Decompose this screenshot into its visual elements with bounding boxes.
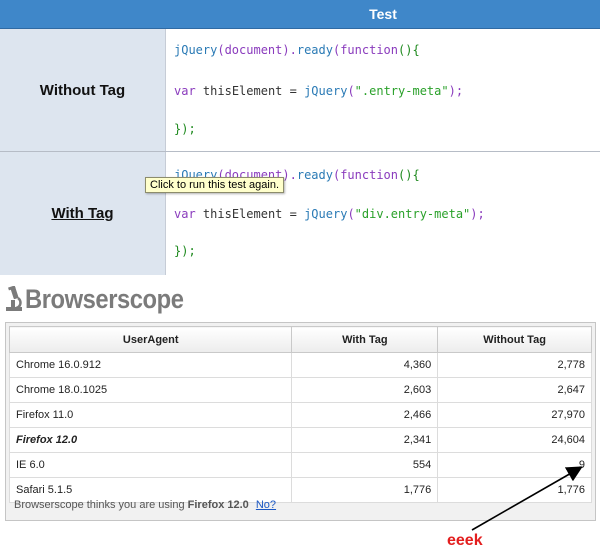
code-cell-without-tag: jQuery(document).ready(function(){ var t…: [166, 29, 600, 151]
useragent-cell: IE 6.0: [8, 452, 293, 478]
useragent-cell: Chrome 16.0.912: [8, 352, 293, 378]
code-close: });: [174, 122, 196, 136]
annotation-text: eeek: [447, 532, 483, 549]
table-row: Firefox 11.0 2,466 27,970: [8, 402, 592, 428]
without-tag-cell: 9: [437, 452, 592, 478]
test-row-with-tag: With Tag jQuery(document).ready(function…: [0, 152, 600, 275]
with-tag-cell: 1,776: [291, 477, 439, 503]
without-tag-cell: 2,647: [437, 377, 592, 403]
without-tag-cell: 24,604: [437, 427, 592, 453]
not-my-browser-link[interactable]: No?: [256, 499, 276, 511]
table-row: Chrome 16.0.912 4,360 2,778: [8, 352, 592, 378]
code-line-3: });: [174, 244, 196, 258]
code-cell-with-tag: jQuery(document).ready(function(){ var t…: [166, 152, 600, 275]
browserscope-footer: Browserscope thinks you are using Firefo…: [14, 499, 276, 511]
column-header-useragent[interactable]: UserAgent: [8, 326, 293, 353]
row-label-without-tag: Without Tag: [0, 29, 166, 151]
useragent-cell: Firefox 12.0: [8, 427, 293, 453]
code-close: });: [174, 244, 196, 258]
browserscope-results: UserAgent With Tag Without Tag Chrome 16…: [5, 322, 596, 521]
browserscope-logo: Browserscope: [5, 282, 205, 316]
with-tag-cell: 2,603: [291, 377, 439, 403]
results-table: UserAgent With Tag Without Tag Chrome 16…: [8, 326, 592, 503]
code-var-decl: thisElement =: [202, 84, 305, 98]
useragent-cell: Firefox 11.0: [8, 402, 293, 428]
selector-string: ".entry-meta": [354, 84, 449, 98]
with-tag-cell: 2,466: [291, 402, 439, 428]
with-tag-cell: 2,341: [291, 427, 439, 453]
column-header-with-tag[interactable]: With Tag: [291, 326, 439, 353]
with-tag-cell: 554: [291, 452, 439, 478]
table-row: IE 6.0 554 9: [8, 452, 592, 478]
browserscope-logo-text: Browserscope: [25, 283, 184, 314]
test-header-title: Test: [369, 6, 397, 22]
microscope-icon: [6, 286, 22, 311]
without-tag-cell: 2,778: [437, 352, 592, 378]
footer-text: Browserscope thinks you are using: [14, 499, 185, 511]
code-line-2: var thisElement = jQuery("div.entry-meta…: [174, 207, 485, 221]
code-line-2: var thisElement = jQuery(".entry-meta");: [174, 84, 464, 98]
row-label-text: Without Tag: [39, 81, 126, 99]
code-line-3: });: [174, 122, 196, 136]
useragent-cell: Chrome 18.0.1025: [8, 377, 293, 403]
run-test-link[interactable]: With Tag: [51, 205, 113, 222]
row-label-with-tag: With Tag: [0, 152, 166, 275]
with-tag-cell: 4,360: [291, 352, 439, 378]
run-test-tooltip: Click to run this test again.: [145, 177, 285, 193]
selector-string: "div.entry-meta": [354, 207, 471, 221]
test-header: Test: [0, 0, 600, 29]
test-table: Test Without Tag jQuery(document).ready(…: [0, 0, 600, 275]
footer-browser-name: Firefox 12.0: [187, 499, 249, 511]
code-var-decl: thisElement =: [202, 207, 305, 221]
table-row-current-browser: Firefox 12.0 2,341 24,604: [8, 427, 592, 453]
results-header-row: UserAgent With Tag Without Tag: [8, 326, 592, 353]
table-row: Chrome 18.0.1025 2,603 2,647: [8, 377, 592, 403]
code-line-1: jQuery(document).ready(function(){: [174, 43, 420, 57]
without-tag-cell: 1,776: [437, 477, 592, 503]
test-row-without-tag: Without Tag jQuery(document).ready(funct…: [0, 29, 600, 152]
without-tag-cell: 27,970: [437, 402, 592, 428]
column-header-without-tag[interactable]: Without Tag: [437, 326, 592, 353]
